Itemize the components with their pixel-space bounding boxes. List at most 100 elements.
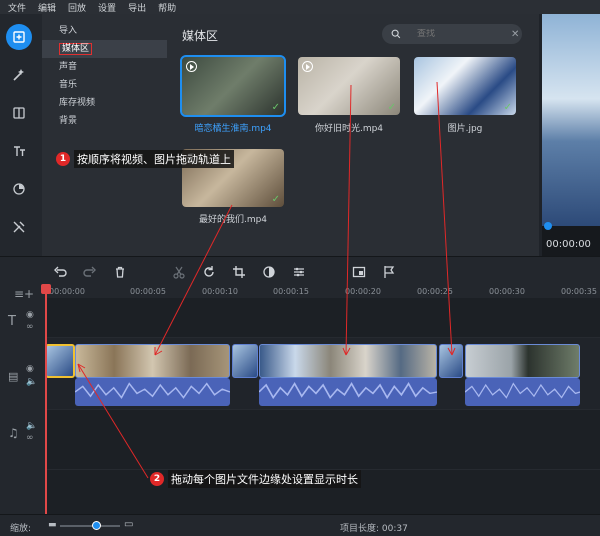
- menu-help[interactable]: 帮助: [158, 1, 176, 14]
- volume-icon[interactable]: 🔈: [26, 421, 37, 431]
- menu-export[interactable]: 导出: [128, 1, 146, 14]
- media-item-label: 图片.jpg: [447, 124, 483, 134]
- media-item-thumbnail[interactable]: ✓: [298, 57, 400, 115]
- category-import[interactable]: 导入: [42, 22, 167, 40]
- magic-wand-icon: [13, 69, 24, 81]
- menu-settings[interactable]: 设置: [98, 1, 116, 14]
- volume-icon[interactable]: 🔈: [26, 377, 37, 387]
- annotation-text: 按顺序将视频、图片拖动轨道上: [74, 150, 234, 168]
- media-item-label: 你好旧时光.mp4: [314, 124, 384, 134]
- pip-icon[interactable]: [352, 264, 366, 278]
- music-track-icon: ♫: [8, 426, 19, 440]
- import-icon: [13, 31, 25, 43]
- ruler-tick: 00:00:15: [273, 287, 309, 296]
- preview-panel: 00:00:00: [542, 14, 600, 256]
- playhead[interactable]: [41, 284, 51, 514]
- rotate-icon[interactable]: [202, 264, 216, 278]
- media-item-thumbnail[interactable]: ✓: [414, 57, 516, 115]
- annotation-step-2: 2 拖动每个图片文件边缘处设置显示时长: [150, 470, 361, 488]
- zoom-in-icon[interactable]: ▭: [124, 519, 133, 530]
- cut-icon[interactable]: [172, 264, 186, 279]
- step-number: 1: [56, 152, 70, 166]
- menu-edit[interactable]: 编辑: [38, 1, 56, 14]
- project-length-value: 00:37: [381, 524, 408, 534]
- redo-icon[interactable]: [83, 264, 97, 278]
- ruler-tick: 00:00:25: [417, 287, 453, 296]
- video-clip[interactable]: [465, 344, 580, 378]
- search-box: ✕: [382, 24, 522, 44]
- added-check-icon: ✓: [271, 194, 280, 205]
- category-media[interactable]: 媒体区: [42, 40, 167, 58]
- delete-icon[interactable]: [113, 264, 127, 278]
- more-tools-button[interactable]: [6, 214, 32, 240]
- clear-search-icon[interactable]: ✕: [511, 29, 519, 40]
- project-length-label: 项目长度:: [340, 524, 380, 534]
- added-check-icon: ✓: [387, 102, 396, 113]
- titles-button[interactable]: [6, 138, 32, 164]
- video-track-icon: ▤: [8, 370, 19, 383]
- ruler-tick: 00:00:05: [130, 287, 166, 296]
- zoom-label: 缩放:: [10, 524, 32, 534]
- annotation-step-1: 1 按顺序将视频、图片拖动轨道上: [56, 150, 234, 168]
- timeline-ruler[interactable]: 00:00:00 00:00:05 00:00:10 00:00:15 00:0…: [45, 284, 600, 298]
- color-adjust-icon[interactable]: [262, 264, 276, 278]
- settings-sliders-icon[interactable]: [292, 264, 306, 278]
- video-editor-window: 文件 编辑 回放 设置 导出 帮助 导入 媒体区 声音 音乐 库存视频 背景 媒…: [0, 0, 600, 536]
- menu-playback[interactable]: 回放: [68, 1, 86, 14]
- text-icon: [14, 146, 25, 156]
- menu-file[interactable]: 文件: [8, 1, 26, 14]
- transitions-button[interactable]: [6, 100, 32, 126]
- ruler-tick: 00:00:35: [561, 287, 597, 296]
- image-clip[interactable]: [439, 344, 463, 378]
- ruler-tick: 00:00:30: [489, 287, 525, 296]
- project-length: 项目长度: 00:37: [340, 521, 408, 534]
- visibility-eye-icon[interactable]: ◉: [26, 310, 34, 320]
- category-list: 导入 媒体区 声音 音乐 库存视频 背景: [42, 14, 167, 256]
- zoom-slider-track[interactable]: [60, 525, 120, 527]
- category-stock-video[interactable]: 库存视频: [42, 94, 167, 112]
- image-clip[interactable]: [45, 344, 75, 378]
- media-item-label: 最好的我们.mp4: [198, 215, 268, 225]
- audio-waveform[interactable]: [465, 378, 580, 406]
- audio-waveform[interactable]: [259, 378, 437, 406]
- ruler-tick: 00:00:10: [202, 287, 238, 296]
- title-lane: [45, 298, 600, 338]
- media-item-label: 暗恋橘生淮南.mp4: [194, 124, 272, 134]
- category-sound[interactable]: 声音: [42, 58, 167, 76]
- title-track-icon: T: [8, 314, 16, 329]
- category-background[interactable]: 背景: [42, 112, 167, 130]
- music-lane: [45, 410, 600, 470]
- preview-scrubber[interactable]: [544, 222, 552, 230]
- added-check-icon: ✓: [271, 102, 280, 113]
- zoom-slider-knob[interactable]: [92, 521, 101, 530]
- video-clip[interactable]: [259, 344, 437, 378]
- filters-button[interactable]: [6, 62, 32, 88]
- import-button[interactable]: [6, 24, 32, 50]
- ruler-tick: 00:00:00: [49, 287, 85, 296]
- stickers-button[interactable]: [6, 176, 32, 202]
- left-toolbar: [0, 14, 42, 256]
- add-track-icon[interactable]: ≡+: [14, 287, 34, 301]
- undo-icon[interactable]: [53, 264, 67, 278]
- media-item-thumbnail[interactable]: ✓: [180, 55, 286, 117]
- category-music[interactable]: 音乐: [42, 76, 167, 94]
- step-number: 2: [150, 472, 164, 486]
- image-clip[interactable]: [232, 344, 258, 378]
- crop-icon[interactable]: [232, 264, 246, 278]
- transition-icon: [13, 107, 25, 119]
- link-icon[interactable]: ∞: [26, 433, 34, 443]
- tools-icon: [13, 221, 25, 233]
- marker-flag-icon[interactable]: [382, 264, 396, 278]
- annotation-text: 拖动每个图片文件边缘处设置显示时长: [168, 470, 361, 488]
- timer-icon: [13, 183, 25, 195]
- visibility-eye-icon[interactable]: ◉: [26, 364, 34, 374]
- ruler-tick: 00:00:20: [345, 287, 381, 296]
- preview-frame: [542, 14, 600, 226]
- video-icon: [186, 61, 197, 72]
- link-icon[interactable]: ∞: [26, 322, 34, 332]
- video-clip[interactable]: [75, 344, 230, 378]
- zoom-out-icon[interactable]: ▬: [48, 520, 57, 530]
- search-input[interactable]: [417, 29, 507, 39]
- timeline-toolbar: [0, 256, 600, 284]
- audio-waveform[interactable]: [75, 378, 230, 406]
